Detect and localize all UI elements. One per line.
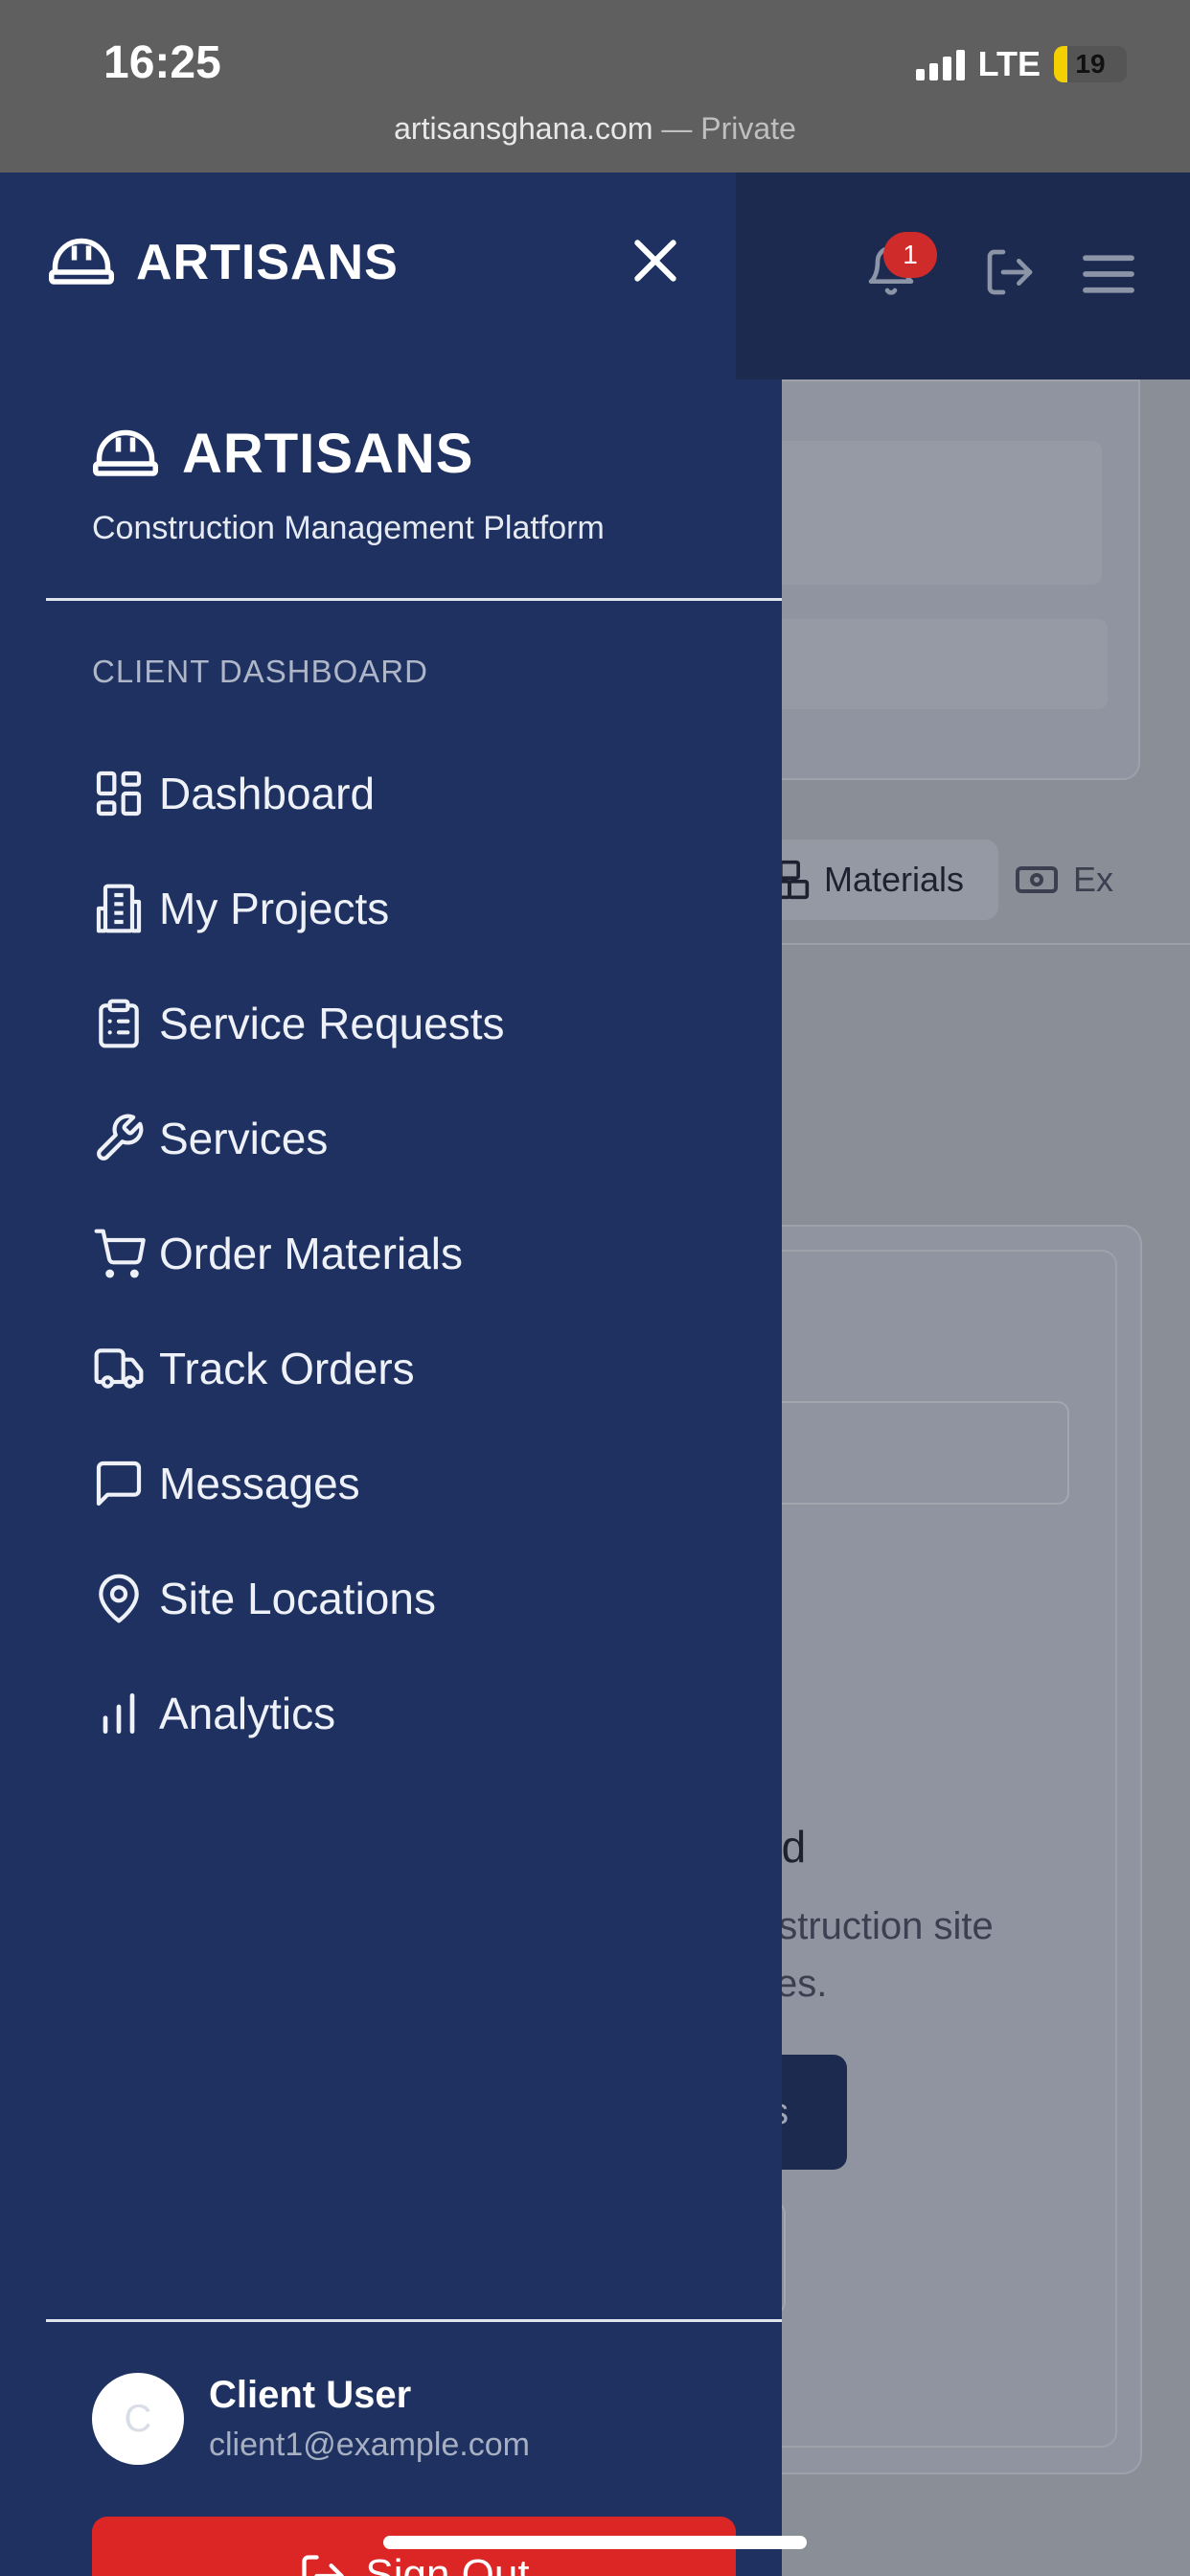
tabs-divider [747,943,1190,945]
empty-desc-line2: ces. [757,1963,828,2005]
nav-item-site-locations[interactable]: Site Locations [92,1541,505,1656]
search-field[interactable] [747,1401,1069,1505]
notification-badge: 1 [883,232,937,278]
nav-label: Messages [159,1459,360,1508]
truck-icon [94,1348,144,1389]
map-pin-icon [99,1574,139,1623]
tab-materials-label: Materials [824,860,965,899]
tab-expenses-label: Ex [1073,860,1114,899]
nav-item-dashboard[interactable]: Dashboard [92,736,505,851]
building-icon [96,884,142,933]
brand-block: ARTISANS [92,422,473,486]
nav-item-track-orders[interactable]: Track Orders [92,1311,505,1426]
cart-icon [94,1229,146,1278]
tab-expenses[interactable]: Ex [1014,860,1113,900]
user-profile: C Client User client1@example.com [92,2373,530,2465]
footer-divider [46,2319,782,2322]
section-label: CLIENT DASHBOARD [92,654,428,689]
user-name: Client User [209,2374,412,2416]
clipboard-icon [99,999,139,1048]
nav-label: Services [159,1114,329,1163]
nav-item-my-projects[interactable]: My Projects [92,851,505,966]
drawer-title: ARTISANS [136,235,399,290]
status-indicators: LTE 19 [915,44,1127,84]
brand-subtitle: Construction Management Platform [92,510,605,546]
empty-state-description: nstruction site ces. [757,1898,994,2012]
nav-label: Order Materials [159,1229,463,1278]
nav-item-services[interactable]: Services [92,1081,505,1196]
nav-label: Track Orders [159,1344,415,1393]
nav-label: Service Requests [159,999,505,1048]
network-type: LTE [977,44,1041,83]
close-icon[interactable] [629,234,682,288]
hamburger-menu-icon[interactable] [1081,251,1136,297]
brand-title: ARTISANS [182,423,474,485]
sign-out-label: Sign Out [365,2551,530,2576]
battery-icon: 19 [1054,46,1127,82]
brand-divider [46,598,782,601]
nav-label: Analytics [159,1689,336,1738]
private-label: — Private [661,111,796,146]
nav-label: Dashboard [159,769,376,818]
battery-fill [1054,46,1068,82]
hard-hat-icon [93,429,158,476]
info-card-inner [767,441,1102,585]
battery-level: 19 [1075,49,1106,79]
nav-item-analytics[interactable]: Analytics [92,1656,505,1771]
nav-item-order-materials[interactable]: Order Materials [92,1196,505,1311]
hard-hat-icon [49,238,114,285]
dashboard-icon [96,770,142,816]
nav-item-service-requests[interactable]: Service Requests [92,966,505,1081]
nav-label: Site Locations [159,1574,436,1623]
url-text: artisansghana.com [394,111,653,146]
tab-materials[interactable]: Materials [747,840,999,920]
nav-label: My Projects [159,884,390,933]
logout-icon [302,2555,345,2576]
logout-icon[interactable] [981,245,1039,299]
empty-desc-line1: nstruction site [757,1905,994,1947]
nav-menu: Dashboard My Projects Service Requests S… [92,736,505,1771]
url-bar[interactable]: artisansghana.com — Private [0,111,1190,147]
page-tabs: Materials Ex [747,840,1113,920]
avatar: C [92,2373,184,2465]
bar-chart-icon [103,1693,135,1734]
money-icon [1016,866,1059,893]
wrench-icon [97,1114,144,1161]
signal-icon [915,48,965,80]
message-icon [96,1460,142,1506]
info-card-bar [767,619,1108,709]
drawer-logo: ARTISANS [48,234,399,291]
nav-item-messages[interactable]: Messages [92,1426,505,1541]
status-time: 16:25 [103,37,221,88]
browser-status-bar: 16:25 LTE 19 artisansghana.com — Private [0,0,1190,172]
user-email: client1@example.com [209,2426,530,2463]
home-indicator[interactable] [383,2536,807,2549]
